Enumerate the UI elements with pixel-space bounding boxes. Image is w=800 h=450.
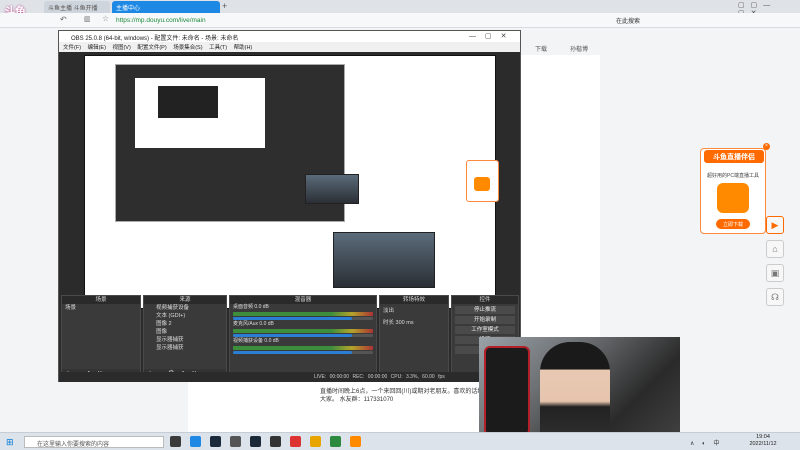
source-item[interactable]: 显示器捕获 [144, 336, 226, 344]
promo-thumbnail-icon [474, 177, 490, 191]
menu-profile[interactable]: 配置文件(P) [137, 45, 166, 51]
play-icon[interactable]: ▶ [766, 216, 784, 234]
support-icon[interactable]: ☊ [766, 288, 784, 306]
tab-douyu[interactable]: 斗鱼主播 斗鱼开播 [44, 1, 110, 13]
star-icon[interactable]: ☆ [102, 14, 109, 23]
obs-window-controls[interactable]: —▢✕ [469, 32, 515, 40]
promo-title: 斗鱼直播伴侣 [704, 150, 764, 163]
mixer-channel-label: 桌面音频 0.0 dB [233, 304, 269, 310]
audio-meter [233, 312, 373, 316]
obs-titlebar: OBS 25.0.8 (64-bit, windows) - 配置文件: 未命名… [59, 31, 520, 42]
obs-preview[interactable] [84, 55, 499, 309]
menu-help[interactable]: 帮助(H) [234, 45, 253, 51]
audio-meter [233, 329, 373, 333]
app-icon[interactable] [230, 436, 241, 447]
controls-header: 控件 [452, 296, 518, 304]
download-link[interactable]: 下载 [535, 44, 547, 53]
nested-preview-deep [158, 86, 218, 118]
start-recording-button[interactable]: 开始录制 [455, 316, 515, 324]
douyu-companion-icon[interactable] [350, 436, 361, 447]
volume-slider[interactable] [233, 317, 373, 320]
source-item[interactable]: 图像 2 [144, 320, 226, 328]
obs-menubar: 文件(F) 编辑(E) 视图(V) 配置文件(P) 场景集合(S) 工具(T) … [59, 42, 520, 52]
home-icon[interactable]: ⌂ [766, 240, 784, 258]
browser-navbar: ↶ ▥ ☆ https://mp.douyu.com/live/main 在此搜… [0, 13, 800, 28]
promo-app-icon [717, 183, 749, 213]
netease-icon[interactable] [290, 436, 301, 447]
taskview-icon[interactable] [170, 436, 181, 447]
browser-search[interactable]: 在此搜索 [616, 16, 640, 25]
menu-scene-collection[interactable]: 场景集合(S) [173, 45, 202, 51]
steam-icon[interactable] [250, 436, 261, 447]
webcam-preview [333, 232, 435, 288]
windows-start-icon[interactable]: ⊞ [6, 437, 14, 448]
obs-window: OBS 25.0.8 (64-bit, windows) - 配置文件: 未命名… [58, 30, 521, 382]
back-icon[interactable]: ↶ [60, 15, 67, 24]
obs-icon[interactable] [210, 436, 221, 447]
transition-select[interactable]: 淡出 [380, 304, 448, 316]
studio-mode-button[interactable]: 工作室模式 [455, 326, 515, 334]
mixer-header: 混音器 [230, 296, 376, 304]
audio-meter [233, 346, 373, 350]
taskbar: ⊞ 在这里输入你要搜索的内容 ∧ ◐ 中 19:04 2022/11/12 [0, 432, 800, 450]
address-bar[interactable]: https://mp.douyu.com/live/main [112, 15, 532, 26]
source-item[interactable]: 图像 [144, 328, 226, 336]
obs-statusbar: LIVE: 00:00:00 REC: 00:00:00 CPU: 3.3%, … [59, 372, 520, 382]
webcam-thumbnail [305, 174, 359, 204]
taskbar-search[interactable]: 在这里输入你要搜索的内容 [24, 436, 164, 448]
promo-subtitle: 超好用的PC端直播工具 [707, 173, 759, 179]
scenes-header: 场景 [62, 296, 140, 304]
transitions-dock: 转场特效 淡出 时长 300 ms [379, 295, 449, 380]
scene-item[interactable]: 场景 [62, 304, 140, 312]
clock[interactable]: 19:04 2022/11/12 [743, 434, 783, 448]
reader-icon[interactable]: ▥ [84, 15, 91, 23]
mixer-channel-label: 麦克风/Aux 0.0 dB [233, 321, 274, 327]
menu-tools[interactable]: 工具(T) [209, 45, 227, 51]
menu-view[interactable]: 视图(V) [112, 45, 130, 51]
menu-edit[interactable]: 编辑(E) [88, 45, 106, 51]
source-item[interactable]: 视频捕获设备 [144, 304, 226, 312]
sources-header: 来源 [144, 296, 226, 304]
duration-field[interactable]: 时长 300 ms [380, 316, 448, 328]
tab-anchor-center[interactable]: 主播中心 [112, 1, 220, 13]
sources-dock: 来源 视频捕获设备 文本 (GDI+) 图像 2 图像 显示器捕获 显示器捕获 … [143, 295, 227, 380]
menu-file[interactable]: 文件(F) [63, 45, 81, 51]
app-icon[interactable] [310, 436, 321, 447]
transitions-header: 转场特效 [380, 296, 448, 304]
promo-download-button[interactable]: 立即下载 [716, 219, 750, 229]
volume-slider[interactable] [233, 334, 373, 337]
gaming-chair [484, 346, 530, 436]
fan-group: 大家。 水友群：117331070 [320, 397, 394, 403]
source-item[interactable]: 显示器捕获 [144, 344, 226, 352]
mixer-channel-label: 视频捕获设备 0.0 dB [233, 338, 279, 344]
volume-slider[interactable] [233, 351, 373, 354]
app-icon[interactable] [270, 436, 281, 447]
user-name[interactable]: 孙楷博 [570, 44, 588, 53]
mixer-dock: 混音器 桌面音频 0.0 dB 麦克风/Aux 0.0 dB 视频捕获设备 0.… [229, 295, 377, 380]
close-icon[interactable]: × [763, 143, 770, 150]
source-item[interactable]: 文本 (GDI+) [144, 312, 226, 320]
wechat-icon[interactable] [330, 436, 341, 447]
browser-icon[interactable] [190, 436, 201, 447]
app-icon[interactable]: ▣ [766, 264, 784, 282]
stop-streaming-button[interactable]: 停止推流 [455, 306, 515, 314]
system-tray[interactable]: ∧ ◐ 中 [690, 438, 722, 447]
new-tab-icon[interactable]: + [222, 1, 227, 11]
scenes-dock: 场景 场景 +−∧∨ [61, 295, 141, 380]
